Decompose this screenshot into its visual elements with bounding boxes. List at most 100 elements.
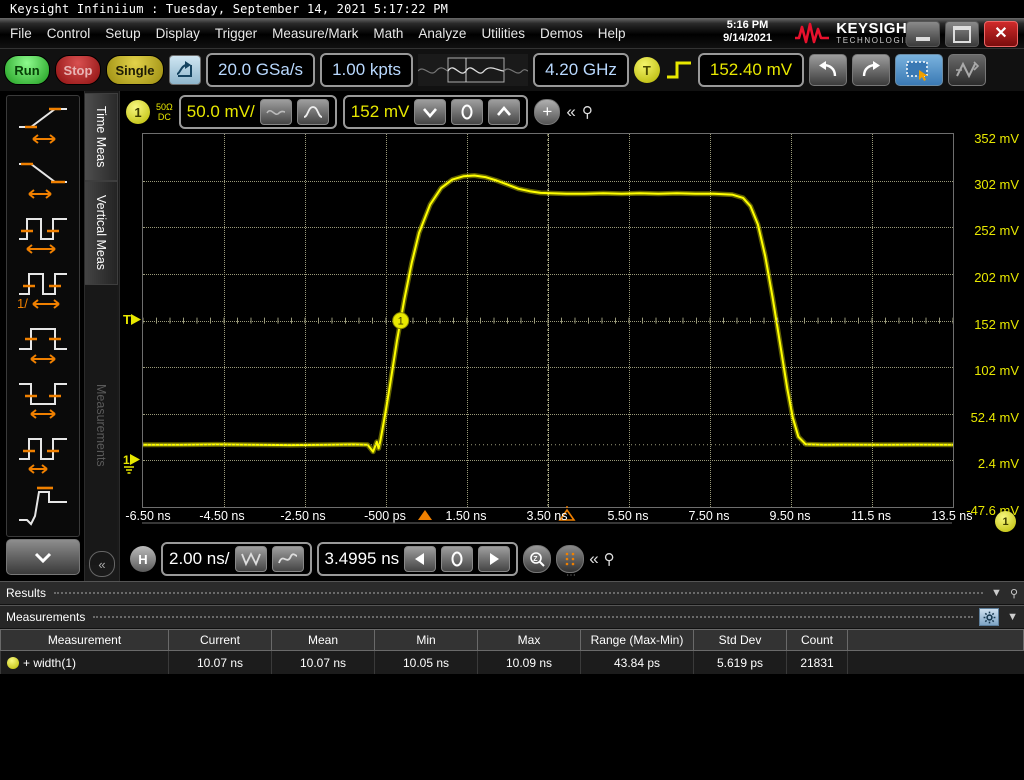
ground-level-marker[interactable]: 1 <box>123 453 144 478</box>
menu-demos[interactable]: Demos <box>540 26 583 41</box>
col-range[interactable]: Range (Max-Min) <box>581 630 694 651</box>
restore-icon <box>953 26 971 43</box>
waveform-graticule[interactable]: 1 <box>142 133 954 508</box>
col-stddev[interactable]: Std Dev <box>694 630 787 651</box>
horizontal-badge[interactable]: H <box>130 546 156 572</box>
v-tick-4: 152 mV <box>974 317 1019 332</box>
menu-help[interactable]: Help <box>598 26 626 41</box>
panel-drag-handle[interactable]: ⋯ <box>566 570 578 581</box>
zoom-button[interactable]: Z <box>523 545 551 573</box>
results-pin-button[interactable]: ⚲ <box>1010 587 1018 600</box>
ground-symbol-icon <box>123 466 137 476</box>
restore-button[interactable] <box>945 21 979 47</box>
dc-coupling-button[interactable] <box>297 99 329 125</box>
offset-up-button[interactable] <box>488 99 520 125</box>
close-button[interactable]: ✕ <box>984 21 1018 47</box>
arrow-right-icon <box>486 552 502 566</box>
measurements-settings-button[interactable] <box>979 608 999 626</box>
channel-axis-badge[interactable]: 1 <box>995 511 1016 532</box>
zoom-select-button[interactable] <box>895 54 943 86</box>
delay-zero-button[interactable] <box>441 546 473 572</box>
results-collapse-button[interactable]: ▼ <box>991 587 1002 599</box>
horizontal-pin-button[interactable]: ⚲ <box>604 550 615 568</box>
h-tick-3: -500 ps <box>364 509 406 523</box>
trigger-level-marker[interactable]: T <box>123 313 145 326</box>
coupling-value: DC <box>156 112 173 122</box>
channel-impedance[interactable]: 50Ω DC <box>156 102 173 122</box>
menu-setup[interactable]: Setup <box>105 26 140 41</box>
negative-width-icon[interactable] <box>7 371 79 426</box>
redo-button[interactable] <box>852 54 890 86</box>
menu-display[interactable]: Display <box>156 26 200 41</box>
single-button[interactable]: Single <box>106 55 164 85</box>
zero-offset-icon <box>459 104 475 120</box>
sine-button[interactable] <box>272 546 304 572</box>
sidebar-collapse-button[interactable]: « <box>89 551 115 577</box>
stop-button[interactable]: Stop <box>55 55 101 85</box>
memory-depth-field[interactable]: 1.00 kpts <box>320 53 413 87</box>
horizontal-collapse-button[interactable]: « <box>589 549 598 569</box>
trigger-level-field[interactable]: 152.40 mV <box>698 53 804 87</box>
menu-measure-mark[interactable]: Measure/Mark <box>272 26 358 41</box>
menu-control[interactable]: Control <box>47 26 91 41</box>
run-button[interactable]: Run <box>4 55 50 85</box>
time-per-div-field[interactable]: 2.00 ns/ <box>169 549 230 569</box>
col-spacer <box>848 630 1024 651</box>
measurement-icon-sidebar: 1/ <box>0 91 85 581</box>
offset-zero-button[interactable] <box>451 99 483 125</box>
channel-collapse-button[interactable]: « <box>566 102 575 122</box>
acquisition-dots-button[interactable] <box>556 545 584 573</box>
offset-down-button[interactable] <box>414 99 446 125</box>
positive-width-icon[interactable] <box>7 316 79 371</box>
trigger-edge-button[interactable] <box>665 57 693 83</box>
tab-time-meas[interactable]: Time Meas <box>85 93 118 181</box>
collapse-left-icon: « <box>566 102 575 121</box>
menu-file[interactable]: File <box>10 26 32 41</box>
h-tick-0: -6.50 ns <box>125 509 170 523</box>
add-channel-button[interactable]: + <box>534 99 560 125</box>
cell-spacer <box>848 651 1024 675</box>
delay-left-button[interactable] <box>404 546 436 572</box>
tab-vertical-meas[interactable]: Vertical Meas <box>85 181 118 285</box>
trigger-badge[interactable]: T <box>634 57 660 83</box>
col-max[interactable]: Max <box>478 630 581 651</box>
undo-icon <box>817 60 839 80</box>
undo-button[interactable] <box>809 54 847 86</box>
channel-pin-button[interactable]: ⚲ <box>582 103 593 121</box>
glitch-trigger-button[interactable] <box>235 546 267 572</box>
duty-cycle-icon[interactable] <box>7 426 79 481</box>
sample-rate-field[interactable]: 20.0 GSa/s <box>206 53 315 87</box>
rise-time-icon[interactable] <box>7 96 79 151</box>
results-panel-header: Results ▼ ⚲ <box>0 581 1024 605</box>
overshoot-icon[interactable] <box>7 481 79 536</box>
autoscale-button[interactable] <box>169 55 201 85</box>
acquisition-dots-icon <box>561 550 579 568</box>
col-count[interactable]: Count <box>787 630 848 651</box>
table-row[interactable]: + width(1) 10.07 ns 10.07 ns 10.05 ns 10… <box>1 651 1024 675</box>
measurements-menu-button[interactable]: ▼ <box>1007 611 1018 623</box>
menu-math[interactable]: Math <box>373 26 403 41</box>
h-tick-7: 7.50 ns <box>688 509 729 523</box>
menu-analyze[interactable]: Analyze <box>418 26 466 41</box>
delay-field[interactable]: 3.4995 ns <box>325 549 400 569</box>
cell-range: 43.84 ps <box>581 651 694 675</box>
measure-button[interactable] <box>948 54 986 86</box>
bandwidth-field[interactable]: 4.20 GHz <box>533 53 629 87</box>
more-measurements-button[interactable] <box>6 539 80 575</box>
col-current[interactable]: Current <box>169 630 272 651</box>
cell-measurement-name[interactable]: + width(1) <box>1 651 169 675</box>
ac-coupling-button[interactable] <box>260 99 292 125</box>
col-min[interactable]: Min <box>375 630 478 651</box>
frequency-icon[interactable]: 1/ <box>7 261 79 316</box>
offset-field[interactable]: 152 mV <box>351 102 410 122</box>
volts-per-div-field[interactable]: 50.0 mV/ <box>187 102 255 122</box>
fall-time-icon[interactable] <box>7 151 79 206</box>
delay-right-button[interactable] <box>478 546 510 572</box>
channel-1-badge[interactable]: 1 <box>126 100 150 124</box>
minimize-button[interactable] <box>906 21 940 47</box>
col-measurement[interactable]: Measurement <box>1 630 169 651</box>
menu-utilities[interactable]: Utilities <box>481 26 525 41</box>
menu-trigger[interactable]: Trigger <box>215 26 257 41</box>
period-icon[interactable] <box>7 206 79 261</box>
col-mean[interactable]: Mean <box>272 630 375 651</box>
